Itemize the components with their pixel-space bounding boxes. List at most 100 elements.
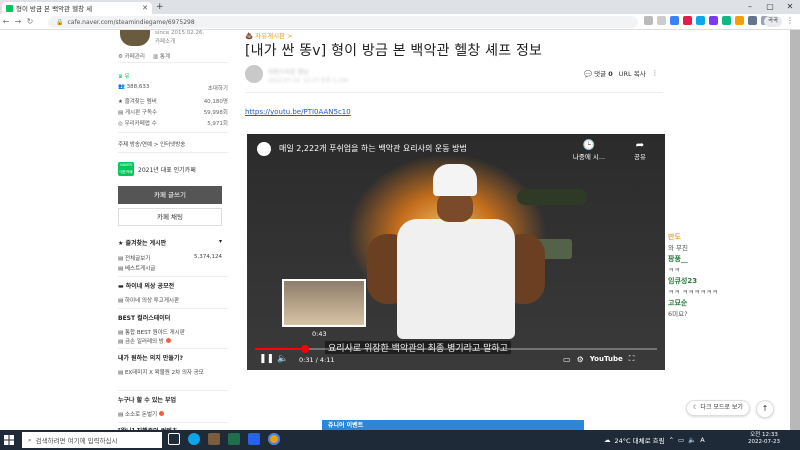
fullscreen-icon[interactable]: ⛶ [629, 354, 635, 364]
post-meta: 2022.07.23. 12:27 조회 1,234 [268, 78, 349, 84]
forward-icon[interactable]: → [12, 17, 24, 26]
board-link[interactable]: ▤ 통합 BEST 원야드 게시판 [118, 328, 185, 336]
weather-icon[interactable]: ☁ [604, 436, 611, 444]
favorite-board-heading[interactable]: ★ 즐겨찾는 게시판 [118, 238, 166, 247]
task-view-icon[interactable] [168, 433, 180, 445]
settings-gear-icon[interactable]: ⚙ [577, 355, 584, 364]
share-icon[interactable] [644, 16, 653, 25]
extension-icon[interactable] [683, 16, 692, 25]
seek-preview-time: 0:43 [312, 330, 327, 338]
pause-icon[interactable]: ❚❚ [259, 354, 274, 364]
clock-icon: 🕒 [582, 140, 596, 151]
chat-username: 임큐성23 [668, 277, 698, 285]
share-arrow-icon: ➦ [635, 140, 645, 151]
edge-icon[interactable] [188, 433, 200, 445]
extension-icon[interactable] [735, 16, 744, 25]
scrollbar[interactable] [790, 30, 800, 430]
bookmark-star-icon[interactable] [657, 16, 666, 25]
app-icon[interactable] [228, 433, 240, 445]
app-icon[interactable] [208, 433, 220, 445]
all-posts-link[interactable]: ▤ 전체글보기 [118, 254, 150, 262]
close-tab-icon[interactable]: ✕ [142, 4, 148, 12]
member-count[interactable]: 👥 388,633 [118, 84, 149, 92]
board-link[interactable]: ▤ 금손 일러레의 방 [118, 337, 171, 345]
taskbar-search-input[interactable]: ⌕ 검색하려면 여기에 입력하십시 [22, 432, 162, 448]
more-icon[interactable]: ⋮ [652, 69, 659, 77]
weather-text[interactable]: 24°C 대체로 흐림 [615, 435, 665, 445]
taskbar-clock[interactable]: 오전 12:33 2022-07-23 [748, 432, 780, 446]
youtube-link[interactable]: https://youtu.be/PTI0AAN5c10 [245, 108, 351, 116]
captions-icon[interactable]: ▭ [563, 355, 571, 364]
chevron-down-icon[interactable]: ▾ [219, 238, 222, 247]
volume-icon[interactable]: 🔈 [277, 354, 288, 364]
extension-icon[interactable] [670, 16, 679, 25]
stat-label: ◎ 우리카페앱 수 [118, 121, 157, 127]
back-icon[interactable]: ← [0, 17, 12, 26]
extension-icon[interactable] [748, 16, 757, 25]
chrome-icon[interactable] [268, 433, 280, 445]
share-button[interactable]: ➦ 공유 [625, 140, 655, 161]
url-copy-button[interactable]: URL 복사 [619, 68, 646, 78]
new-badge-icon [165, 338, 171, 343]
app-icon[interactable] [248, 433, 260, 445]
cafe-chat-button[interactable]: 카페 채팅 [118, 208, 222, 226]
write-post-button[interactable]: 카페 글쓰기 [118, 186, 222, 204]
cafe-since-date: since 2015.02.26. [155, 30, 205, 36]
watch-later-button[interactable]: 🕒 나중에 시... [569, 140, 609, 161]
cafe-admin-link[interactable]: ⚙ 카페관리 [118, 52, 145, 60]
video-title[interactable]: 매일 2,222개 푸쉬업을 하는 백악관 요리사의 운동 방법 [279, 143, 467, 154]
extension-icon[interactable] [696, 16, 705, 25]
video-time: 0:31 / 4:11 [299, 356, 335, 364]
avatar[interactable] [245, 65, 263, 83]
popular-cafe-badge-icon: NAVER 대표카페 [118, 162, 134, 176]
invite-link[interactable]: 초대하기 [208, 84, 228, 92]
extension-icon[interactable] [709, 16, 718, 25]
close-window-icon[interactable]: ✕ [780, 0, 800, 14]
profile-button[interactable]: 곡곡 [764, 16, 782, 27]
youtube-logo[interactable]: YouTube [590, 355, 623, 363]
cafe-intro-link[interactable]: 카페소개 [155, 37, 175, 45]
volume-icon[interactable]: 🔈 [688, 436, 696, 444]
divider [118, 422, 228, 423]
cafe-logo[interactable] [120, 30, 150, 46]
network-icon[interactable]: ▭ [678, 436, 684, 444]
kebab-menu-icon[interactable]: ⋮ [786, 16, 794, 25]
extension-icon[interactable] [722, 16, 731, 25]
new-tab-icon[interactable]: + [156, 2, 164, 12]
board-link[interactable]: ▤ EX데미지 X 왁물원 2차 의자 공모 [118, 368, 204, 376]
channel-avatar-icon[interactable] [257, 142, 271, 156]
tray-arrow-icon[interactable]: ⌃ [669, 436, 674, 444]
maximize-icon[interactable]: ▢ [760, 0, 780, 14]
youtube-player[interactable]: 매일 2,222개 푸쉬업을 하는 백악관 요리사의 운동 방법 🕒 나중에 시… [247, 134, 665, 370]
reload-icon[interactable]: ↻ [24, 17, 36, 26]
seek-preview-thumbnail [282, 279, 366, 327]
comment-button[interactable]: 💬 댓글 0 [584, 68, 613, 78]
arrow-up-icon: ↑ [761, 404, 769, 413]
minimize-icon[interactable]: – [740, 0, 760, 14]
cafe-stats-link[interactable]: ▥ 통계 [153, 52, 170, 60]
stat-label: ▤ 게시판 구독수 [118, 110, 158, 116]
progress-bar[interactable] [255, 345, 657, 353]
lock-icon: 🔒 [56, 18, 64, 26]
author-name[interactable]: 자랑스러운 형님 [268, 67, 309, 76]
chat-message: 팡풍__ ㅋㅋ [668, 254, 788, 274]
ime-icon[interactable]: A [700, 436, 704, 444]
board-breadcrumb[interactable]: 💩 자유게시판 > [245, 30, 293, 40]
board-link[interactable]: ▤ 하이네 의상 투고게시판 [118, 296, 179, 304]
section-heading: BEST 컬러스테이터 [118, 315, 171, 322]
url-input[interactable]: 🔒 cafe.naver.com/steamindiegame/6975298 [48, 16, 638, 28]
cafe-topic: 주제 방송/연예 > 인터넷방송 [118, 142, 186, 148]
board-link[interactable]: ▤ 소소로 돈벌기 [118, 410, 165, 418]
chef-head-image [437, 192, 473, 222]
post-title: [내가 싼 똥v] 형이 방금 본 백악관 헬창 셰프 정보 [245, 43, 543, 59]
best-posts-link[interactable]: ▤ 베스트게시글 [118, 264, 155, 272]
ad-text[interactable]: 쥬니어 이벤트 [328, 420, 363, 429]
stat-value: 5,971회 [207, 121, 228, 127]
dark-mode-button[interactable]: ☾ 다크 모드로 보기 [686, 400, 750, 416]
windows-start-icon[interactable] [4, 435, 14, 445]
scroll-top-button[interactable]: ↑ [756, 400, 774, 418]
helicopter-image [517, 189, 587, 205]
chef-hat-image [433, 164, 477, 196]
people-icon: 👥 [118, 84, 125, 90]
browser-tab[interactable]: 형이 방금 본 백악관 헬창 세 ✕ [2, 2, 152, 14]
